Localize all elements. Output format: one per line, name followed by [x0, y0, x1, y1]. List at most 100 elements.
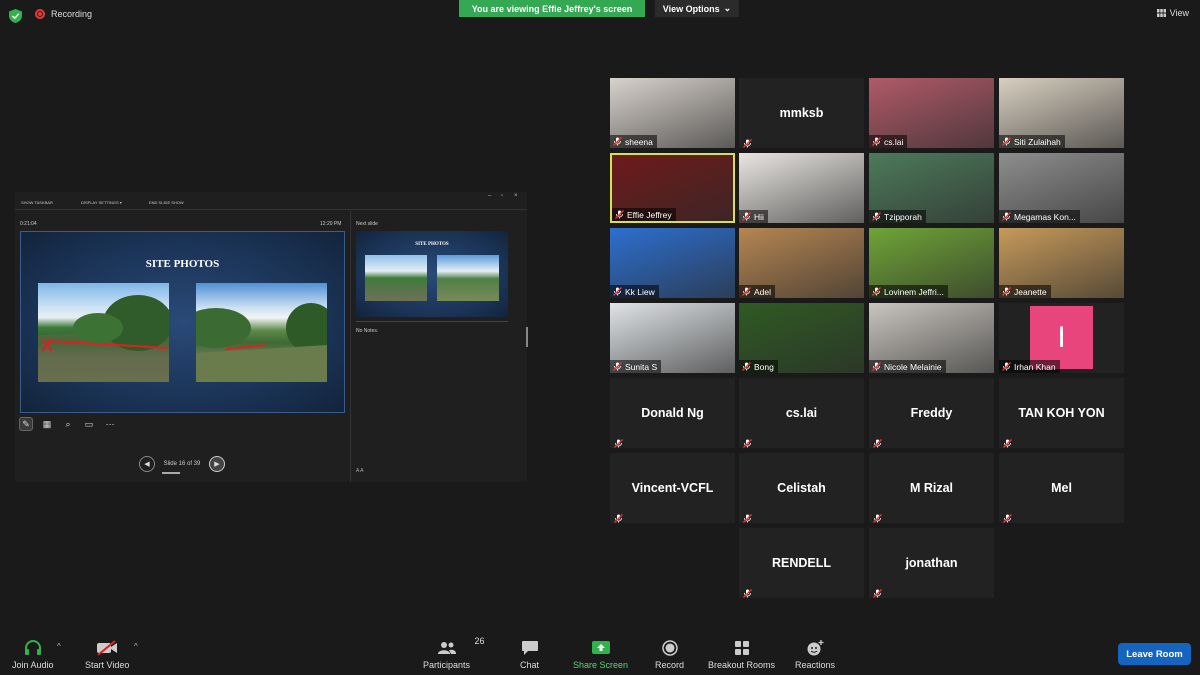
participant-tile[interactable]: cs.lai	[869, 78, 994, 148]
participant-tile[interactable]: Donald Ng	[610, 378, 735, 448]
recording-indicator[interactable]: Recording	[35, 9, 92, 19]
start-video-button[interactable]: Start Video	[85, 638, 129, 670]
close-icon[interactable]: ×	[514, 193, 518, 199]
participant-tile[interactable]: Freddy	[869, 378, 994, 448]
muted-mic-icon	[1002, 212, 1011, 221]
previous-slide-icon[interactable]: ◀	[139, 456, 155, 472]
participant-name-label: sheena	[610, 135, 657, 148]
participant-tile[interactable]: Adel	[739, 228, 864, 298]
participant-name-label: Lovinem Jeffri...	[869, 285, 948, 298]
video-options-caret-icon[interactable]: ^	[134, 642, 138, 651]
shield-icon[interactable]	[9, 9, 22, 23]
participant-tile[interactable]: M Rizal	[869, 453, 994, 523]
audio-options-caret-icon[interactable]: ^	[57, 642, 61, 651]
view-options-button[interactable]: View Options ⌄	[655, 0, 739, 17]
participant-name: cs.lai	[884, 136, 904, 147]
participants-icon	[437, 642, 456, 654]
reactions-button[interactable]: Reactions	[795, 638, 835, 670]
video-off-icon	[97, 640, 118, 656]
presenter-toolbar: SHOW TASKBAR DISPLAY SETTINGS ▾ END SLID…	[15, 192, 527, 210]
participant-name: Freddy	[910, 406, 953, 420]
join-audio-button[interactable]: Join Audio	[12, 638, 54, 670]
participant-tile[interactable]: cs.lai	[739, 378, 864, 448]
chat-button[interactable]: Chat	[520, 638, 539, 670]
participant-name: Tzipporah	[884, 211, 922, 222]
display-settings-button[interactable]: DISPLAY SETTINGS ▾	[81, 200, 122, 205]
participant-name: Adel	[754, 286, 772, 297]
muted-mic-icon	[613, 287, 622, 296]
top-bar: Recording You are viewing Effie Jeffrey'…	[0, 0, 1200, 32]
avatar-initial: I	[1057, 320, 1066, 354]
speaker-notes: No Notes.	[356, 328, 379, 334]
participant-name: M Rizal	[909, 481, 954, 495]
zoom-icon[interactable]: ⌕	[61, 417, 75, 431]
participant-name-label: Hii	[739, 210, 768, 223]
participant-tile[interactable]: Kk Liew	[610, 228, 735, 298]
record-icon	[661, 640, 678, 656]
participant-name-label: Tzipporah	[869, 210, 926, 223]
participant-tile[interactable]: sheena	[610, 78, 735, 148]
more-options-icon[interactable]: ⋯	[103, 417, 117, 431]
scrollbar[interactable]	[526, 327, 528, 347]
participant-tile[interactable]: Mel	[999, 453, 1124, 523]
participant-tile[interactable]: Effie Jeffrey	[610, 153, 735, 223]
record-button[interactable]: Record	[655, 638, 684, 670]
next-slide-preview[interactable]: SITE PHOTOS	[356, 231, 508, 317]
participant-tile[interactable]: RENDELL	[739, 528, 864, 598]
participant-tile[interactable]: Bong	[739, 303, 864, 373]
next-slide-icon[interactable]: ▶	[209, 456, 225, 472]
participant-tile[interactable]: Celistah	[739, 453, 864, 523]
participant-name: jonathan	[905, 556, 958, 570]
meeting-toolbar: Join Audio ^ Start Video ^ 26 Participan…	[0, 632, 1200, 675]
view-button[interactable]: View	[1156, 8, 1189, 18]
participant-tile[interactable]: Hii	[739, 153, 864, 223]
participant-tile[interactable]: mmksb	[739, 78, 864, 148]
participant-name-label: Sunita S	[610, 360, 662, 373]
participant-name: cs.lai	[785, 406, 818, 420]
participant-tile[interactable]: Sunita S	[610, 303, 735, 373]
pane-divider[interactable]	[350, 211, 351, 482]
font-size-controls[interactable]: A A	[356, 468, 364, 474]
leave-room-button[interactable]: Leave Room	[1118, 643, 1191, 665]
participant-tile[interactable]: Jeanette	[999, 228, 1124, 298]
muted-mic-icon	[742, 362, 751, 371]
participant-tile[interactable]: Siti Zulaihah	[999, 78, 1124, 148]
current-slide[interactable]: SITE PHOTOS	[20, 231, 345, 413]
site-photo-1-markup	[38, 295, 169, 382]
muted-mic-icon	[742, 287, 751, 296]
participant-tile[interactable]: Nicole Melainie	[869, 303, 994, 373]
muted-mic-icon	[1003, 510, 1012, 523]
muted-mic-icon	[614, 510, 623, 523]
maximize-icon[interactable]: ▫	[501, 193, 503, 199]
participant-name-label: Nicole Melainie	[869, 360, 946, 373]
show-taskbar-button[interactable]: SHOW TASKBAR	[21, 200, 53, 205]
next-slide-photo-1	[365, 255, 427, 301]
participant-tile[interactable]: Lovinem Jeffri...	[869, 228, 994, 298]
breakout-rooms-button[interactable]: Breakout Rooms	[708, 638, 775, 670]
participant-tile[interactable]: TAN KOH YON	[999, 378, 1124, 448]
pen-tool-icon[interactable]: ✎	[19, 417, 33, 431]
share-screen-button[interactable]: Share Screen	[573, 638, 628, 670]
muted-mic-icon	[743, 135, 752, 148]
muted-mic-icon	[1002, 137, 1011, 146]
muted-mic-icon	[743, 510, 752, 523]
participant-tile[interactable]: Vincent-VCFL	[610, 453, 735, 523]
participant-tile[interactable]: Tzipporah	[869, 153, 994, 223]
black-screen-icon[interactable]: ▭	[82, 417, 96, 431]
slide-counter[interactable]: Slide 16 of 39	[160, 461, 204, 474]
muted-mic-icon	[872, 287, 881, 296]
participant-name: RENDELL	[771, 556, 832, 570]
participant-tile[interactable]: jonathan	[869, 528, 994, 598]
participants-button[interactable]: 26 Participants	[423, 636, 485, 670]
shared-screen-presenter-view[interactable]: SHOW TASKBAR DISPLAY SETTINGS ▾ END SLID…	[15, 192, 528, 482]
participant-tile[interactable]: Megamas Kon...	[999, 153, 1124, 223]
chevron-down-icon: ⌄	[723, 3, 732, 13]
muted-mic-icon	[872, 137, 881, 146]
viewing-screen-banner: You are viewing Effie Jeffrey's screen	[459, 0, 645, 17]
minimize-icon[interactable]: –	[488, 193, 491, 199]
reactions-label: Reactions	[795, 660, 836, 670]
participant-name: Irhan Khan	[1014, 361, 1056, 372]
see-all-slides-icon[interactable]: ▦	[40, 417, 54, 431]
end-slide-show-button[interactable]: END SLIDE SHOW	[149, 200, 184, 205]
participant-tile[interactable]: I Irhan Khan	[999, 303, 1124, 373]
